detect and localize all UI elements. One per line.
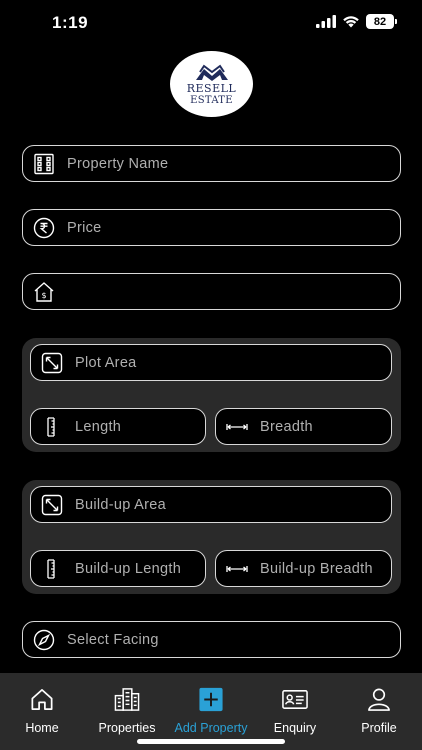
status-time: 1:19 [52,13,89,32]
battery-icon: 82 [366,14,397,29]
building-icon [34,153,54,174]
price-input[interactable]: Price [22,209,401,246]
facing-select[interactable]: Select Facing [22,621,401,658]
home-indicator [137,739,285,744]
facing-placeholder: Select Facing [67,631,159,648]
home-icon [31,688,53,711]
status-icons: 82 [316,14,397,29]
vertical-ruler-icon [47,558,55,579]
svg-text:$: $ [41,291,46,300]
nav-enquiry-label: Enquiry [273,721,317,735]
buildup-breadth-input[interactable]: Build-up Breadth [215,550,392,587]
wifi-icon [343,16,359,28]
plus-square-icon [199,687,223,712]
battery-level: 82 [373,15,387,28]
logo-text-line1: RESELL [186,82,237,95]
plot-area-placeholder: Plot Area [75,354,137,371]
roof-logo-icon [195,64,228,81]
logo-text-line2: ESTATE [190,95,233,106]
app-logo: RESELL ESTATE [170,51,253,117]
rupee-icon [33,217,55,238]
buildings-icon [114,688,140,711]
expand-diagonal-icon [41,494,63,515]
nav-add-property[interactable]: Add Property [168,673,254,735]
buildup-area-input[interactable]: Build-up Area [30,486,392,523]
price-placeholder: Price [67,219,102,236]
nav-profile[interactable]: Profile [349,673,409,735]
horizontal-ruler-icon [226,423,248,430]
length-input[interactable]: Length [30,408,206,445]
plot-area-input[interactable]: Plot Area [30,344,392,381]
buildup-area-placeholder: Build-up Area [75,496,166,513]
length-placeholder: Length [75,418,122,435]
property-name-input[interactable]: Property Name [22,145,401,182]
signal-icon [316,15,336,28]
property-name-placeholder: Property Name [67,155,169,172]
breadth-placeholder: Breadth [260,418,313,435]
user-icon [368,688,390,711]
nav-properties[interactable]: Properties [92,673,162,735]
nav-properties-label: Properties [98,721,156,735]
nav-home[interactable]: Home [12,673,72,735]
house-dollar-icon: $ [34,281,54,302]
nav-home-label: Home [25,721,59,735]
status-bar: 1:19 82 [0,0,422,46]
vertical-ruler-icon [47,416,55,437]
buildup-length-placeholder: Build-up Length [75,560,182,577]
compass-icon [33,629,55,650]
breadth-input[interactable]: Breadth [215,408,392,445]
expand-diagonal-icon [41,352,63,373]
id-card-icon [282,690,308,709]
buildup-breadth-placeholder: Build-up Breadth [260,560,373,577]
buildup-length-input[interactable]: Build-up Length [30,550,206,587]
property-type-input[interactable]: $ [22,273,401,310]
nav-add-property-label: Add Property [174,721,248,735]
nav-profile-label: Profile [361,721,397,735]
horizontal-ruler-icon [226,565,248,572]
nav-enquiry[interactable]: Enquiry [265,673,325,735]
